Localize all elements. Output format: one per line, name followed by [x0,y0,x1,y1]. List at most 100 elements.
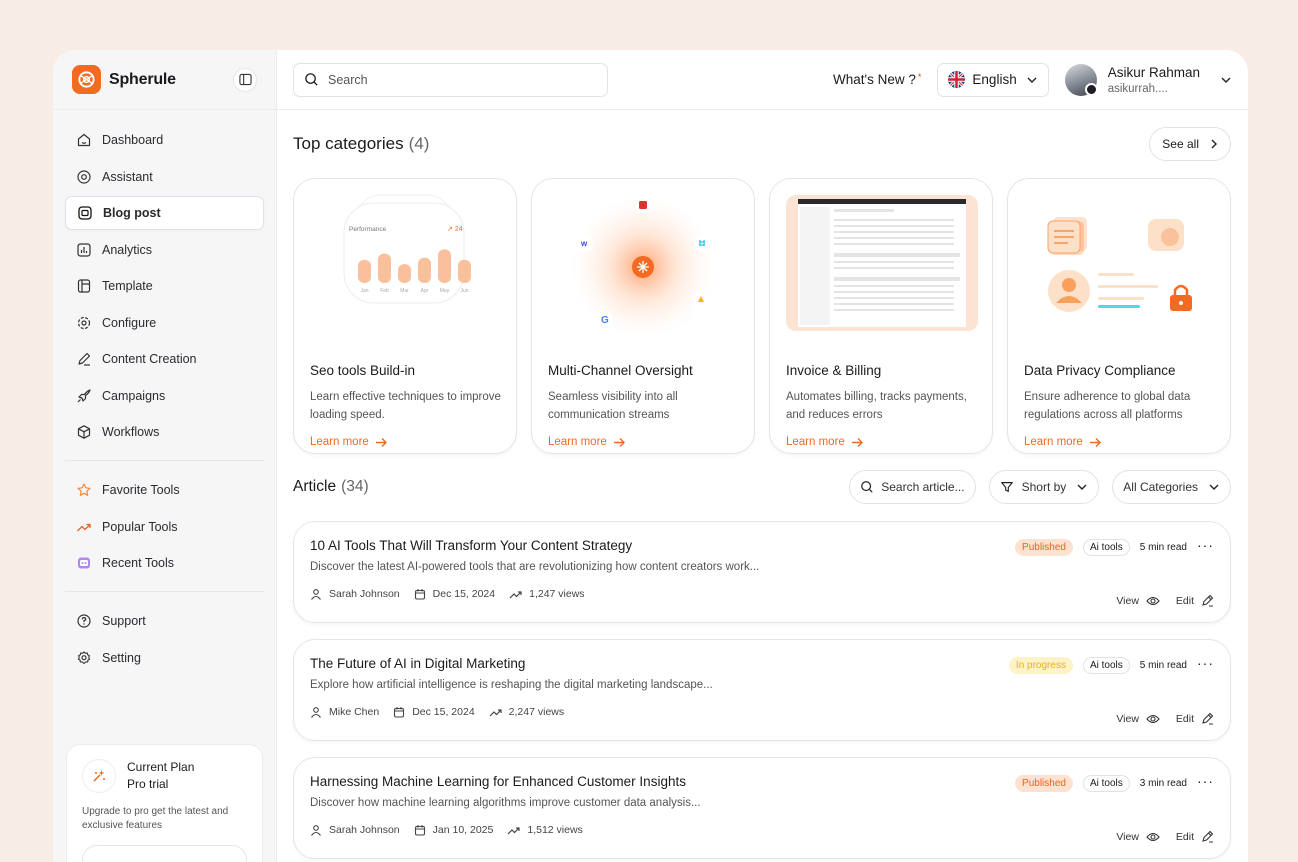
language-label: English [972,72,1017,87]
help-icon [77,614,91,628]
sidebar-item-configure[interactable]: Configure [65,306,264,340]
edit-button[interactable]: Edit [1176,594,1214,607]
tag-badge: Ai tools [1082,775,1130,792]
slack-icon [694,235,710,251]
learn-more-link[interactable]: Learn more [784,436,978,448]
svg-text:G: G [601,315,609,326]
filter-icon [1000,482,1013,492]
more-options-icon[interactable]: ··· [1197,538,1214,552]
status-badge: In progress [1008,657,1073,674]
sidebar-item-label: Dashboard [102,133,164,147]
view-label: View [1116,830,1139,843]
card-title: Data Privacy Compliance [1024,363,1176,378]
whats-new-link[interactable]: What's New ? * [833,72,921,87]
sidebar-item-assistant[interactable]: Assistant [65,160,264,194]
eye-icon [1146,596,1160,605]
article-filters: Search article... Short by All Categorie… [849,470,1231,504]
edit-label: Edit [1175,830,1194,843]
sidebar-item-dashboard[interactable]: Dashboard [65,123,264,157]
article-card[interactable]: Harnessing Machine Learning for Enhanced… [293,757,1231,859]
sidebar-item-label: Configure [102,315,157,330]
chart-label: Performance [349,226,387,233]
sidebar-item-workflows[interactable]: Workflows [65,415,264,449]
article-card[interactable]: 10 AI Tools That Will Transform Your Con… [293,521,1231,623]
card-title: Invoice & Billing [786,363,882,378]
sort-dropdown[interactable]: Short by [988,470,1100,504]
sidebar-item-analytics[interactable]: Analytics [65,233,264,267]
category-card[interactable]: Performance ↗ 24 Jan Feb Mar Apr May Jun Seo … [293,178,517,454]
learn-more-link[interactable]: Learn more [308,436,502,448]
category-dropdown[interactable]: All Categories [1112,470,1231,504]
view-label: View [1116,712,1139,725]
trending-icon [77,523,91,531]
search-input[interactable]: Search [293,62,608,97]
brand-name: Spherule [109,70,176,88]
upgrade-button[interactable] [82,845,247,862]
chart-bar [458,259,471,283]
edit-icon [1202,712,1214,725]
template-icon [77,279,91,293]
sidebar-item-content-creation[interactable]: Content Creation [65,342,264,376]
more-options-icon[interactable]: ··· [1197,774,1214,788]
arrow-right-icon [851,437,863,447]
sidebar-item-setting[interactable]: Setting [65,641,264,675]
category-card[interactable]: Invoice & Billing Automates billing, tra… [769,178,993,454]
learn-more-label: Learn more [310,436,369,448]
see-all-button[interactable]: See all [1149,127,1231,161]
plan-label: Current Plan [127,760,195,774]
sort-label: Short by [1021,480,1067,494]
user-icon [311,589,321,600]
sidebar-item-support[interactable]: Support [65,604,264,638]
category-card[interactable]: w G Multi-Channel Oversight Seamless vis… [531,178,755,454]
chart-bar [418,257,431,283]
user-menu[interactable]: Asikur Rahman asikurrah.... [1064,63,1232,96]
user-icon [311,825,321,836]
learn-more-label: Learn more [1024,436,1083,448]
user-icon [311,707,321,718]
chart-month-label: Mar [400,288,409,294]
performance-chart-illustration: Performance ↗ 24 Jan Feb Mar Apr May Jun [308,193,502,333]
sidebar-item-favorite-tools[interactable]: Favorite Tools [65,473,264,507]
section-count: (34) [341,478,369,495]
user-name: Asikur Rahman [1107,64,1200,80]
sidebar-item-popular-tools[interactable]: Popular Tools [65,510,264,544]
sidebar-item-template[interactable]: Template [65,269,264,303]
section-title: Top categories [293,134,404,153]
sidebar-item-label: Content Creation [102,352,197,366]
category-card[interactable]: Data Privacy Compliance Ensure adherence… [1007,178,1231,454]
more-options-icon[interactable]: ··· [1197,656,1214,670]
view-button[interactable]: View [1116,713,1160,725]
sidebar-item-label: Assistant [102,169,153,184]
sidebar-item-campaigns[interactable]: Campaigns [65,379,264,413]
plan-name: Pro trial [127,777,169,791]
article-card[interactable]: The Future of AI in Digital Marketing Ex… [293,639,1231,741]
article-search-input[interactable]: Search article... [849,470,976,504]
sidebar-item-recent-tools[interactable]: Recent Tools [65,546,264,580]
edit-icon [1202,594,1214,607]
edit-button[interactable]: Edit [1176,830,1214,843]
panel-icon [238,73,252,86]
card-description: Learn effective techniques to improve lo… [310,391,501,421]
user-email: asikurrah.... [1107,82,1168,95]
learn-more-link[interactable]: Learn more [1022,436,1216,448]
sidebar-item-label: Recent Tools [102,556,175,570]
top-categories-header: Top categories (4) [293,134,429,154]
view-button[interactable]: View [1116,595,1160,607]
edit-icon [1202,830,1214,843]
pen-icon [78,352,91,366]
article-description: Explore how artificial intelligence is r… [310,679,713,691]
article-author: Sarah Johnson [329,824,400,836]
language-select[interactable]: English [937,62,1049,97]
edit-button[interactable]: Edit [1176,712,1214,725]
view-button[interactable]: View [1116,831,1160,843]
sidebar-item-label: Popular Tools [102,519,178,534]
tag-badge: Ai tools [1082,657,1130,674]
section-title: Article [293,478,337,495]
sidebar-toggle-button[interactable] [233,67,257,92]
learn-more-link[interactable]: Learn more [546,436,740,448]
article-views: 1,247 views [529,588,585,600]
configure-icon [77,316,91,329]
chart-badge: ↗ 24 [447,226,463,233]
sidebar-item-blog-post[interactable]: Blog post [65,196,264,230]
chevron-down-icon [1027,77,1037,83]
